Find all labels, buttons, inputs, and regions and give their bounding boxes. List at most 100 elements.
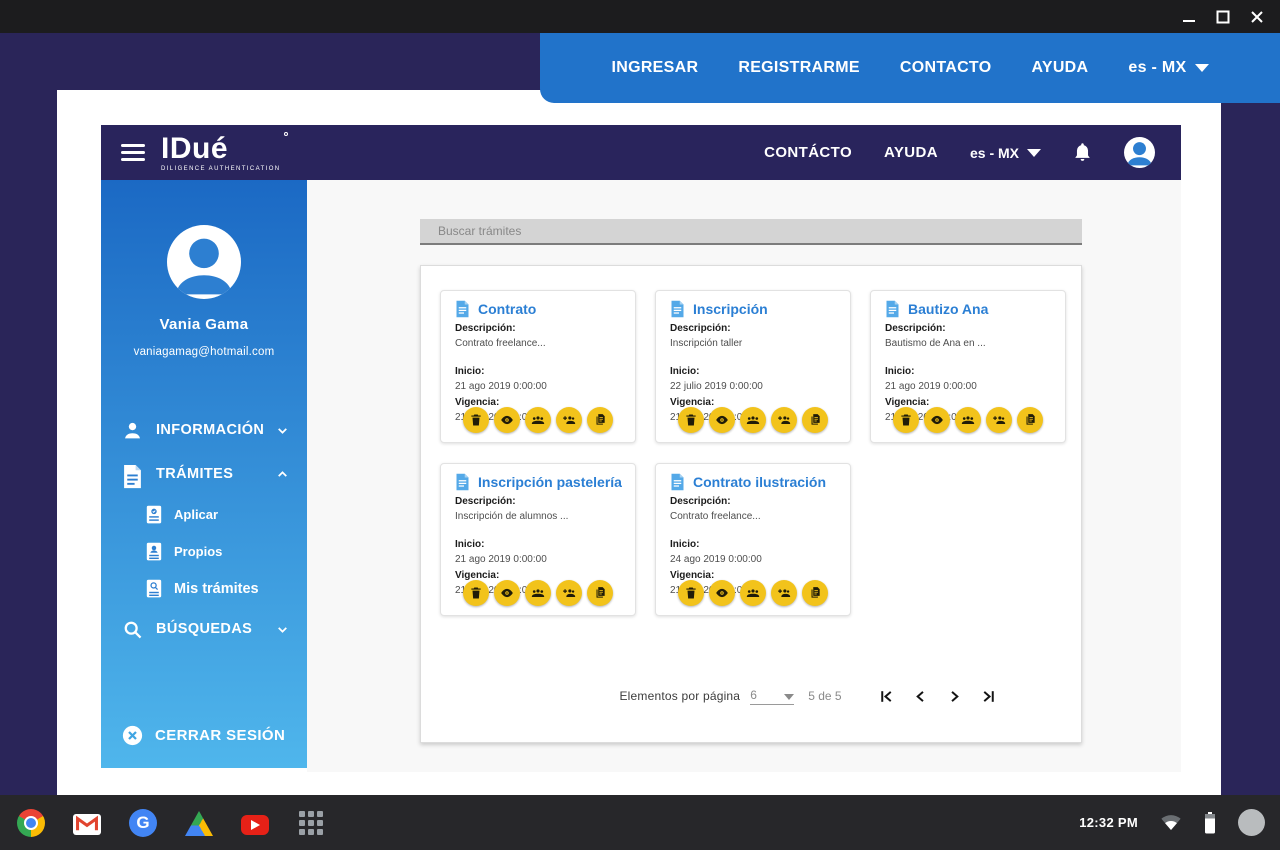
nav-ingresar[interactable]: INGRESAR bbox=[611, 59, 698, 77]
brand-logo[interactable]: IDué DILIGENCE AUTHENTICATION bbox=[161, 134, 281, 172]
inicio-label: Inicio: bbox=[455, 539, 623, 550]
notifications-bell-icon[interactable] bbox=[1073, 142, 1092, 163]
descripcion-label: Descripción: bbox=[670, 496, 838, 507]
sidebar-item-aplicar[interactable]: Aplicar bbox=[101, 496, 307, 533]
last-page-button[interactable] bbox=[980, 688, 997, 705]
pagination: Elementos por página 6 5 de 5 bbox=[478, 678, 1138, 714]
document-icon bbox=[455, 473, 470, 491]
chrome-icon[interactable] bbox=[17, 809, 45, 837]
first-page-button[interactable] bbox=[878, 688, 895, 705]
sidebar-item-mis-tramites[interactable]: Mis trámites bbox=[101, 570, 307, 607]
add-participant-button[interactable] bbox=[771, 580, 797, 606]
participants-button[interactable] bbox=[955, 407, 981, 433]
sidebar-item-tramites[interactable]: TRÁMITES bbox=[101, 452, 307, 496]
view-button[interactable] bbox=[494, 407, 520, 433]
add-participant-button[interactable] bbox=[556, 407, 582, 433]
youtube-icon[interactable] bbox=[241, 815, 269, 835]
card-title[interactable]: Inscripción pastelería bbox=[478, 474, 622, 490]
card-title[interactable]: Contrato ilustración bbox=[693, 474, 826, 490]
inicio-value: 21 ago 2019 0:00:00 bbox=[885, 381, 1053, 392]
public-navbar: INGRESAR REGISTRARME CONTACTO AYUDA es -… bbox=[540, 33, 1280, 103]
chevron-down-icon bbox=[1027, 149, 1041, 157]
view-button[interactable] bbox=[924, 407, 950, 433]
participants-button[interactable] bbox=[525, 407, 551, 433]
add-participant-button[interactable] bbox=[986, 407, 1012, 433]
copies-button[interactable] bbox=[802, 580, 828, 606]
google-icon[interactable]: G bbox=[129, 809, 157, 837]
descripcion-value: Contrato freelance... bbox=[670, 511, 838, 522]
delete-button[interactable] bbox=[463, 407, 489, 433]
inicio-value: 24 ago 2019 0:00:00 bbox=[670, 554, 838, 565]
tramite-card: Contrato Descripción: Contrato freelance… bbox=[440, 290, 636, 443]
delete-button[interactable] bbox=[893, 407, 919, 433]
add-participant-button[interactable] bbox=[771, 407, 797, 433]
header-contacto[interactable]: CONTÁCTO bbox=[764, 144, 852, 161]
sidebar-menu: INFORMACIÓN TRÁMITES Aplicar Propios bbox=[101, 408, 307, 651]
copies-button[interactable] bbox=[802, 407, 828, 433]
inicio-label: Inicio: bbox=[670, 539, 838, 550]
add-participant-button[interactable] bbox=[556, 580, 582, 606]
sidebar-item-propios[interactable]: Propios bbox=[101, 533, 307, 570]
close-button[interactable] bbox=[1250, 10, 1264, 24]
menu-icon[interactable] bbox=[121, 144, 145, 161]
card-title[interactable]: Inscripción bbox=[693, 301, 768, 317]
view-button[interactable] bbox=[494, 580, 520, 606]
nav-ayuda[interactable]: AYUDA bbox=[1031, 59, 1088, 77]
account-avatar bbox=[1238, 809, 1265, 836]
view-button[interactable] bbox=[709, 580, 735, 606]
user-avatar[interactable] bbox=[1124, 137, 1155, 168]
minimize-button[interactable] bbox=[1182, 10, 1196, 24]
delete-button[interactable] bbox=[678, 580, 704, 606]
tramite-card: Inscripción pastelería Descripción: Insc… bbox=[440, 463, 636, 616]
next-page-button[interactable] bbox=[946, 688, 963, 705]
wifi-icon bbox=[1160, 814, 1182, 831]
document-icon bbox=[122, 464, 143, 485]
document-person-icon bbox=[146, 542, 162, 561]
previous-page-button[interactable] bbox=[912, 688, 929, 705]
tramite-card: Contrato ilustración Descripción: Contra… bbox=[655, 463, 851, 616]
header-language-selector[interactable]: es - MX bbox=[970, 145, 1041, 161]
page-size-select[interactable]: 6 bbox=[750, 688, 794, 705]
copies-button[interactable] bbox=[1017, 407, 1043, 433]
document-icon bbox=[670, 473, 685, 491]
document-icon bbox=[670, 300, 685, 318]
card-actions bbox=[441, 580, 635, 606]
delete-button[interactable] bbox=[463, 580, 489, 606]
system-tray[interactable]: 12:32 PM bbox=[1079, 809, 1280, 836]
document-search-icon bbox=[146, 579, 162, 598]
chevron-up-icon bbox=[276, 468, 289, 481]
inicio-label: Inicio: bbox=[670, 366, 838, 377]
header-locale-label: es - MX bbox=[970, 145, 1019, 161]
copies-button[interactable] bbox=[587, 407, 613, 433]
card-title[interactable]: Contrato bbox=[478, 301, 536, 317]
search-input[interactable] bbox=[420, 219, 1082, 245]
view-button[interactable] bbox=[709, 407, 735, 433]
inicio-label: Inicio: bbox=[455, 366, 623, 377]
nav-contacto[interactable]: CONTACTO bbox=[900, 59, 992, 77]
card-actions bbox=[656, 407, 850, 433]
sidebar-item-informacion[interactable]: INFORMACIÓN bbox=[101, 408, 307, 452]
chevron-down-icon bbox=[1195, 64, 1209, 72]
sidebar-avatar bbox=[167, 225, 241, 299]
locale-label: es - MX bbox=[1128, 59, 1186, 77]
maximize-button[interactable] bbox=[1216, 10, 1230, 24]
gmail-icon[interactable] bbox=[73, 814, 101, 835]
descripcion-label: Descripción: bbox=[670, 323, 838, 334]
header-ayuda[interactable]: AYUDA bbox=[884, 144, 938, 161]
taskbar: G 12:32 PM bbox=[0, 795, 1280, 850]
apps-grid-icon[interactable] bbox=[297, 809, 325, 837]
participants-button[interactable] bbox=[740, 580, 766, 606]
participants-button[interactable] bbox=[525, 580, 551, 606]
copies-button[interactable] bbox=[587, 580, 613, 606]
nav-registrarme[interactable]: REGISTRARME bbox=[738, 59, 860, 77]
card-title[interactable]: Bautizo Ana bbox=[908, 301, 988, 317]
language-selector[interactable]: es - MX bbox=[1128, 59, 1208, 77]
delete-button[interactable] bbox=[678, 407, 704, 433]
sidebar-item-busquedas[interactable]: BÚSQUEDAS bbox=[101, 607, 307, 651]
cards-grid: Contrato Descripción: Contrato freelance… bbox=[440, 290, 1066, 616]
drive-icon[interactable] bbox=[185, 811, 213, 836]
participants-button[interactable] bbox=[740, 407, 766, 433]
brand-name: IDué bbox=[161, 134, 281, 164]
app-header: IDué DILIGENCE AUTHENTICATION CONTÁCTO A… bbox=[101, 125, 1181, 180]
logout-button[interactable]: CERRAR SESIÓN bbox=[122, 725, 285, 746]
